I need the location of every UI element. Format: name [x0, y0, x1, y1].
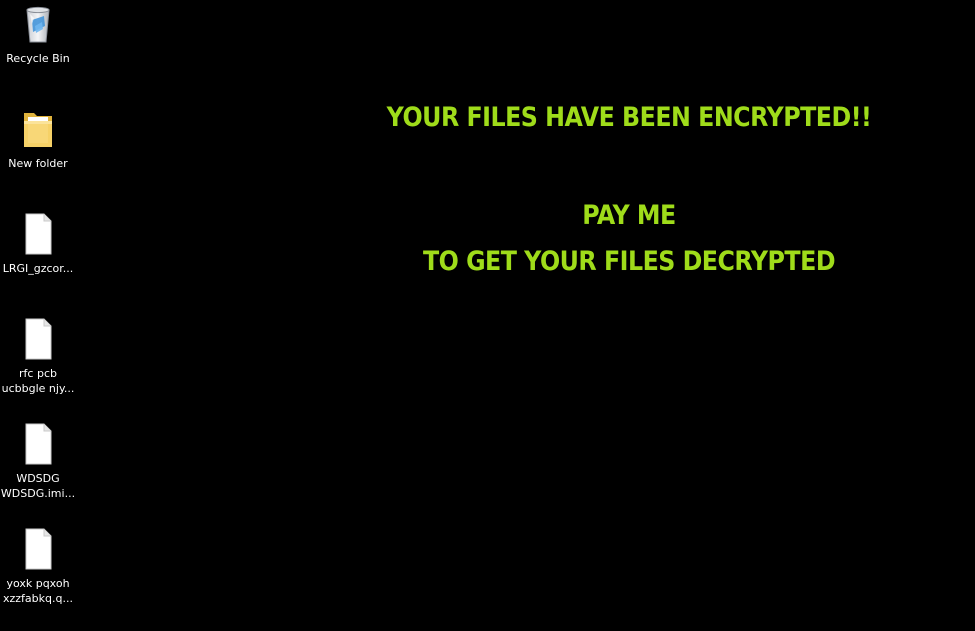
recycle-bin-label: Recycle Bin — [6, 52, 70, 65]
file-icon — [18, 212, 58, 256]
file-icon — [18, 527, 58, 571]
file-icon — [18, 422, 58, 466]
desktop: Recycle Bin New folder LRGI_gzcor... rfc… — [0, 0, 975, 631]
file-shortcut-wdsdg[interactable]: WDSDG WDSDG.imi... — [0, 422, 76, 501]
file-label-wdsdg: WDSDG WDSDG.imi... — [0, 472, 76, 500]
ransom-headline: YOUR FILES HAVE BEEN ENCRYPTED!! — [386, 102, 872, 133]
new-folder-label: New folder — [8, 157, 68, 170]
file-label-yoxk: yoxk pqxoh xzzfabkq.q... — [3, 577, 73, 605]
file-label-lrgi: LRGI_gzcor... — [2, 262, 74, 275]
file-label-rfc: rfc pcb ucbbgle njy... — [1, 367, 75, 395]
folder-icon — [18, 107, 58, 151]
ransom-instruction: TO GET YOUR FILES DECRYPTED — [422, 246, 836, 277]
file-icon — [18, 317, 58, 361]
file-shortcut-yoxk[interactable]: yoxk pqxoh xzzfabkq.q... — [0, 527, 76, 606]
ransom-demand: PAY ME — [582, 200, 676, 231]
file-shortcut-lrgi[interactable]: LRGI_gzcor... — [0, 212, 76, 276]
new-folder-shortcut[interactable]: New folder — [0, 107, 76, 171]
file-shortcut-rfc[interactable]: rfc pcb ucbbgle njy... — [0, 317, 76, 396]
recycle-bin-shortcut[interactable]: Recycle Bin — [0, 2, 76, 66]
recycle-bin-icon — [18, 2, 58, 46]
